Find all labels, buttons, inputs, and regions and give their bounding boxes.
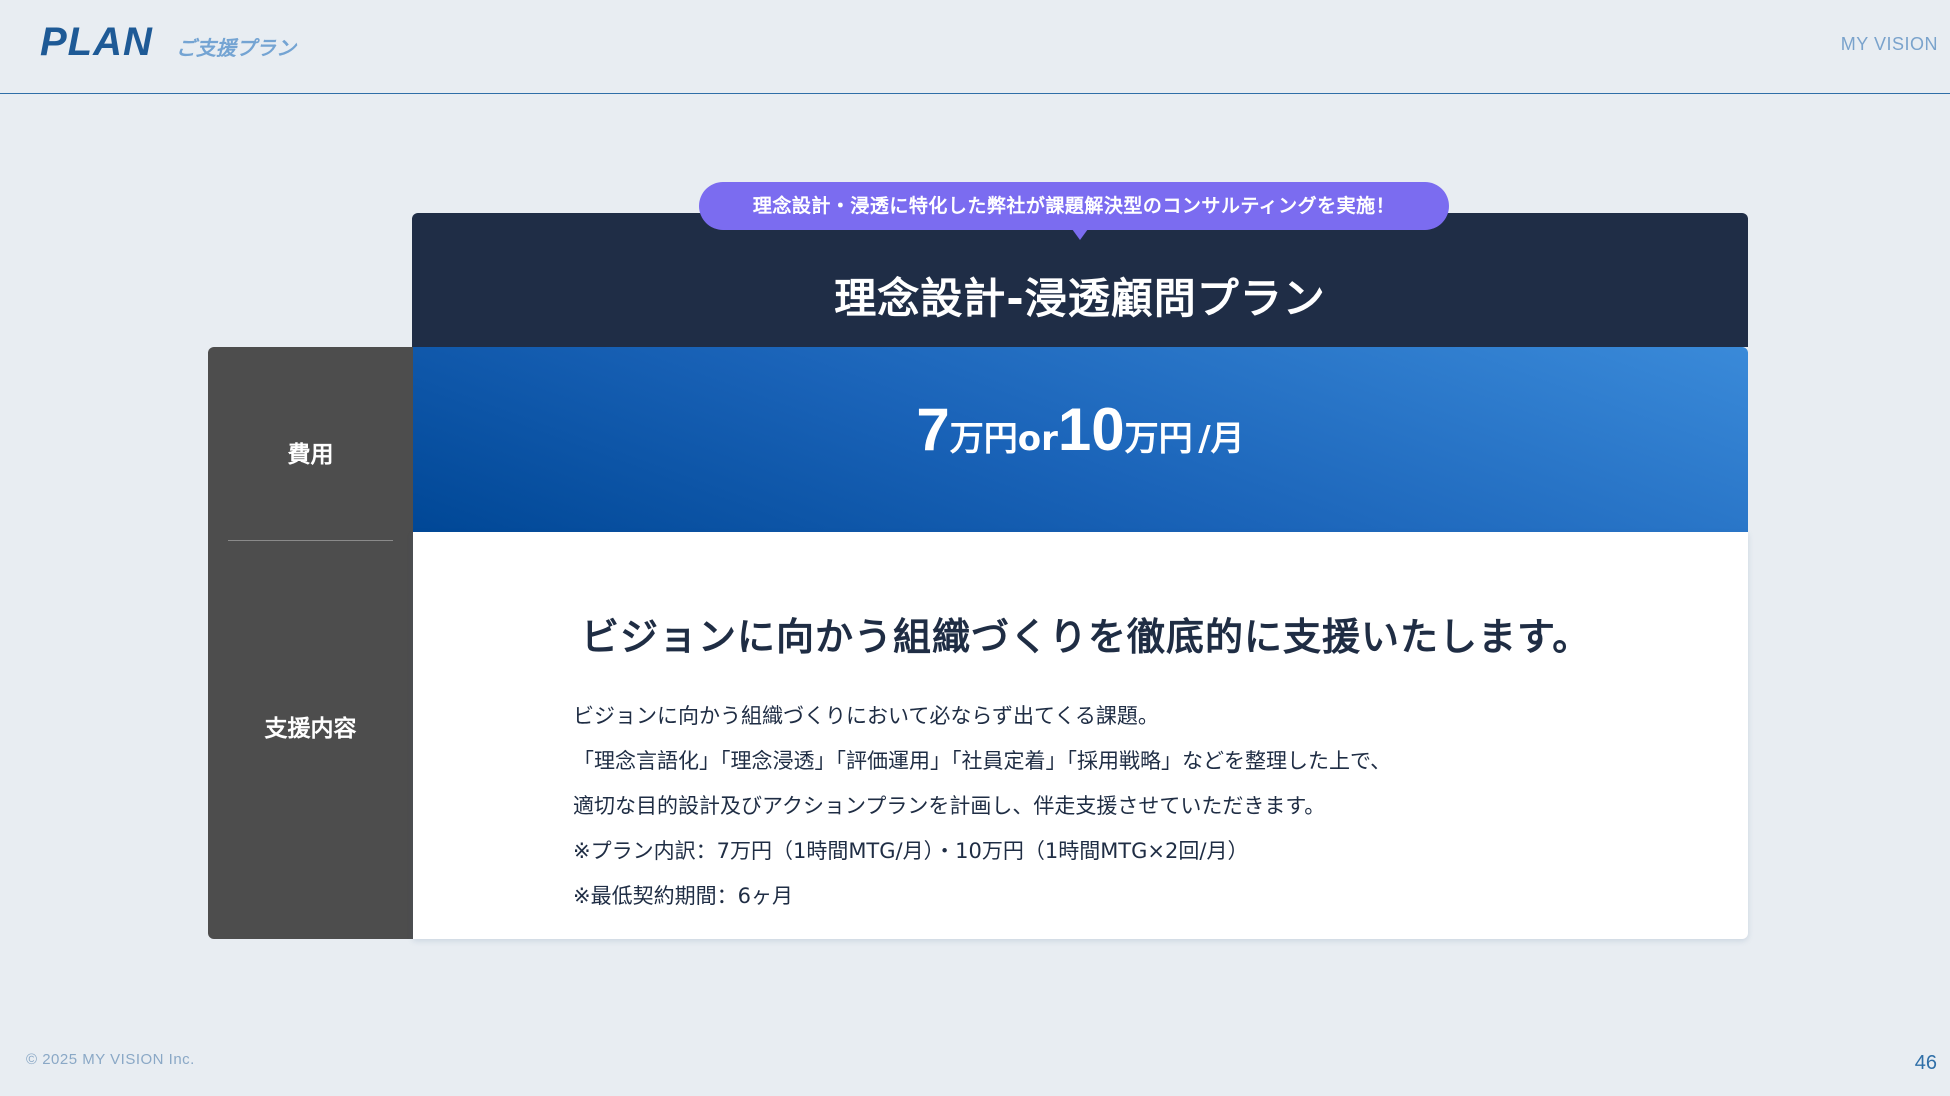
support-headline: ビジョンに向かう組織づくりを徹底的に支援いたします。 <box>581 615 1592 659</box>
label-divider <box>228 540 393 541</box>
brand-name: MY VISION <box>1840 34 1938 54</box>
description-line: 適切な目的設計及びアクションプランを計画し、伴走支援させていただきます。 <box>573 794 1326 818</box>
price-amount-1: 7 <box>916 396 950 463</box>
plan-title: 理念設計-浸透顧問プラン <box>834 274 1326 323</box>
price-amount-2: 10 <box>1057 396 1125 463</box>
price-unit-2: 万円 <box>1124 419 1193 459</box>
header: PLAN ご支援プラン MY VISION <box>0 0 1950 94</box>
description-line: ビジョンに向かう組織づくりにおいて必ならず出てくる課題。 <box>573 704 1159 728</box>
price-text: 7万円or10万円 /月 <box>413 395 1748 464</box>
price-unit-1: 万円 <box>949 419 1018 459</box>
description-line: 「理念言語化」「理念浸透」「評価運用」「社員定着」「採用戦略」などを整理した上で… <box>573 749 1392 773</box>
description-line: ※最低契約期間：6ヶ月 <box>573 884 793 908</box>
price-connector: or <box>1017 419 1058 459</box>
page-number: 46 <box>1914 1052 1937 1074</box>
description-line: ※プラン内訳：7万円（1時間MTG/月）・10万円（1時間MTG×2回/月） <box>573 839 1249 863</box>
label-support: 支援内容 <box>264 716 357 742</box>
price-band: 7万円or10万円 /月 <box>413 347 1748 532</box>
section-title: PLAN <box>40 20 153 64</box>
plan-content: ビジョンに向かう組織づくりを徹底的に支援いたします。 ビジョンに向かう組織づくり… <box>413 532 1748 939</box>
label-fee: 費用 <box>287 442 334 468</box>
copyright: © 2025 MY VISION Inc. <box>26 1051 195 1068</box>
price-period: /月 <box>1198 419 1245 459</box>
section-subtitle: ご支援プラン <box>176 36 296 60</box>
plan-label-column: 費用 支援内容 <box>208 347 413 939</box>
bubble-pointer <box>1072 229 1088 240</box>
support-description: ビジョンに向かう組織づくりにおいて必ならず出てくる課題。 「理念言語化」「理念浸… <box>573 694 1391 919</box>
plan-tagline-bubble: 理念設計・浸透に特化した弊社が課題解決型のコンサルティングを実施！ <box>699 182 1449 230</box>
